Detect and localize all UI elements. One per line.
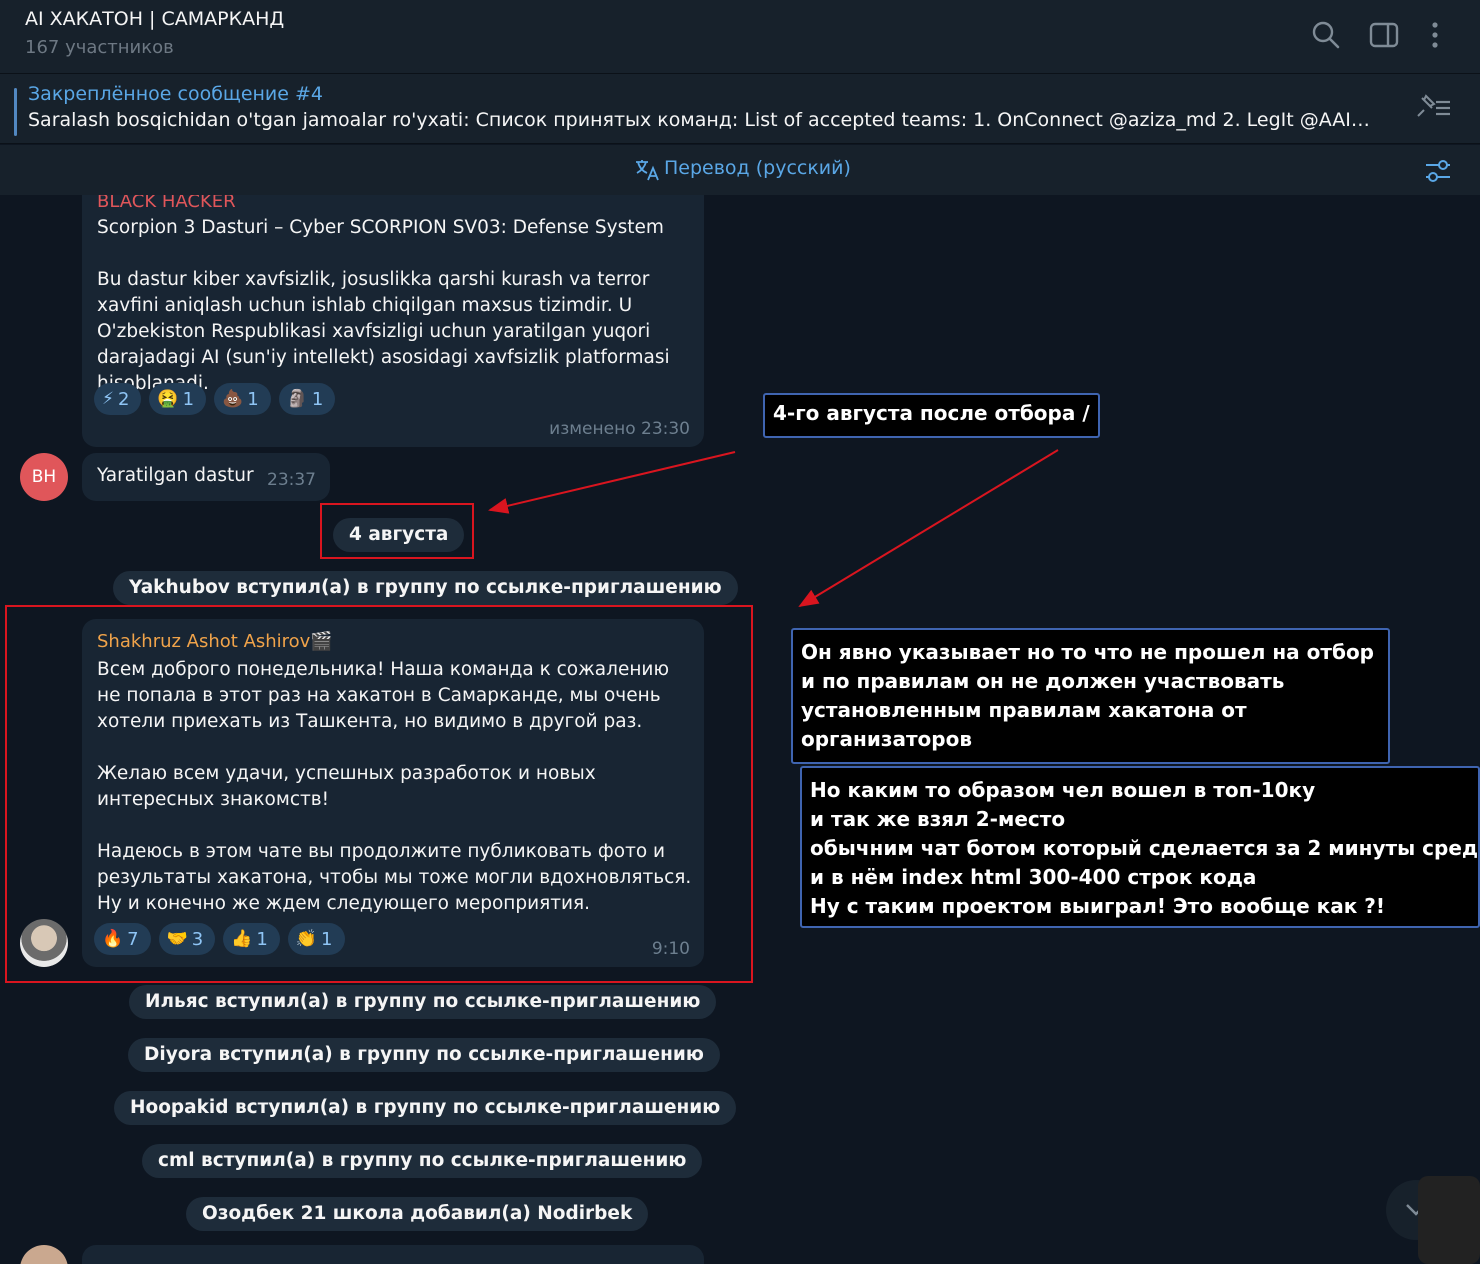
- chat-header: AI ХАКАТОН | САМАРКАНД 167 участников: [0, 0, 1480, 74]
- more-vertical-icon[interactable]: [1418, 18, 1452, 52]
- service-message: Озодбек 21 школа добавил(а) Nodirbek: [186, 1197, 649, 1231]
- pinned-title: Закреплённое сообщение #4: [28, 83, 324, 105]
- reaction-chip[interactable]: 💩 1: [214, 383, 271, 415]
- translate-bar[interactable]: Перевод (русский): [0, 145, 1480, 195]
- reaction-chip[interactable]: 🗿 1: [278, 383, 336, 415]
- service-message: Diyora вступил(а) в группу по ссылке-при…: [128, 1038, 720, 1072]
- message-time: 23:37: [267, 470, 316, 490]
- translate-icon: [636, 160, 659, 181]
- avatar[interactable]: [20, 1245, 68, 1264]
- chat-title[interactable]: AI ХАКАТОН | САМАРКАНД: [25, 8, 284, 30]
- service-message: Hoopakid вступил(а) в группу по ссылке-п…: [114, 1091, 737, 1125]
- message-sender[interactable]: BLACK HACKER: [97, 195, 236, 212]
- sidebar-toggle-icon[interactable]: [1367, 18, 1401, 52]
- pinned-list-icon[interactable]: [1412, 94, 1452, 122]
- annotation-note: 4-го августа после отбора /: [763, 393, 1100, 438]
- reaction-chip[interactable]: ⚡ 2: [94, 383, 142, 415]
- avatar[interactable]: BH: [20, 453, 68, 501]
- pinned-indicator: [14, 88, 17, 136]
- redacted-overlay: [1418, 1176, 1480, 1264]
- translate-settings-icon[interactable]: [1424, 158, 1452, 184]
- message-text: Scorpion 3 Dasturi – Cyber SCORPION SV03…: [97, 217, 670, 394]
- member-count: 167 участников: [25, 37, 174, 58]
- annotation-note: Он явно указывает но то что не прошел на…: [791, 628, 1390, 764]
- service-message: cml вступил(а) в группу по ссылке-пригла…: [142, 1144, 703, 1178]
- service-message: Yakhubov вступил(а) в группу по ссылке-п…: [113, 571, 738, 605]
- message-bubble[interactable]: Yaratilgan dastur 23:37: [82, 453, 330, 501]
- translate-label[interactable]: Перевод (русский): [664, 157, 851, 179]
- message-bubble[interactable]: BLACK HACKER Scorpion 3 Dasturi – Cyber …: [82, 195, 704, 447]
- annotation-note: Но каким то образом чел вошел в топ-10ку…: [800, 766, 1480, 928]
- message-time: изменено 23:30: [549, 419, 690, 439]
- search-icon[interactable]: [1309, 18, 1343, 52]
- service-message: Ильяс вступил(а) в группу по ссылке-приг…: [129, 985, 717, 1019]
- message-text: Yaratilgan dastur: [97, 465, 254, 486]
- message-bubble[interactable]: [82, 1245, 704, 1264]
- annotation-highlight-box: [320, 503, 474, 559]
- reaction-list: ⚡ 2 🤮 1 💩 1 🗿 1: [94, 383, 336, 415]
- pinned-message-bar[interactable]: Закреплённое сообщение #4 Saralash bosqi…: [0, 74, 1480, 144]
- pinned-text: Saralash bosqichidan o'tgan jamoalar ro'…: [28, 109, 1378, 131]
- reaction-chip[interactable]: 🤮 1: [149, 383, 207, 415]
- annotation-highlight-box: [5, 605, 753, 983]
